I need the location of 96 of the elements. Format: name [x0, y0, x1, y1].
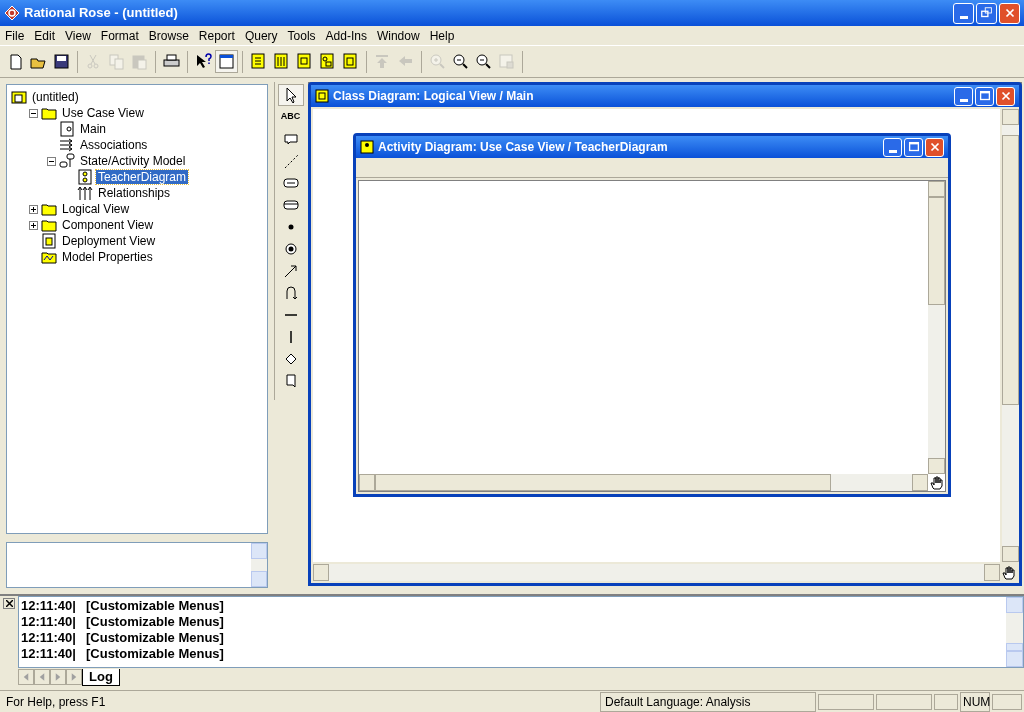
arrows-icon	[77, 185, 93, 201]
log-time: 12:11:40|	[21, 597, 76, 616]
print-icon[interactable]	[163, 53, 180, 70]
tree-item[interactable]: Logical View	[60, 202, 132, 216]
tree-item[interactable]: Model Properties	[60, 250, 155, 264]
tree-item[interactable]: TeacherDiagram	[96, 170, 189, 184]
log-message: [Customizable Menus]	[85, 629, 224, 648]
class-diagram-icon[interactable]	[250, 53, 267, 70]
minimize-icon	[888, 149, 897, 153]
activity-diagram-icon	[77, 169, 93, 185]
menu-item[interactable]: Help	[424, 26, 460, 45]
minimize-button[interactable]	[954, 86, 973, 106]
menu-item[interactable]: Edit	[29, 26, 61, 45]
zoom-out-icon[interactable]	[452, 53, 469, 70]
window-title: Rational Rose - (untitled)	[24, 4, 179, 23]
model-icon	[11, 89, 27, 105]
status-panel	[934, 693, 958, 710]
tree-item[interactable]: Component View	[60, 218, 156, 232]
maximize-icon	[977, 89, 992, 103]
collapse-toggle[interactable]	[47, 156, 56, 166]
menu-item[interactable]: File	[0, 26, 30, 45]
tree-item[interactable]: Use Case View	[60, 106, 146, 120]
menu-item[interactable]: Report	[193, 26, 240, 45]
log-time: 12:11:40|	[21, 645, 76, 664]
restore-icon	[979, 6, 994, 20]
tree-item[interactable]: Deployment View	[60, 234, 158, 248]
maximize-icon	[906, 140, 921, 154]
tree-item[interactable]: Main	[78, 122, 108, 136]
status-panel	[818, 693, 874, 710]
interaction-diagram-icon[interactable]	[273, 53, 290, 70]
tree-item[interactable]: Relationships	[96, 186, 173, 200]
minimize-button[interactable]	[883, 137, 902, 157]
tree-item[interactable]: (untitled)	[30, 90, 81, 104]
new-file-icon[interactable]	[7, 53, 24, 70]
status-panel	[876, 693, 932, 710]
log-message: [Customizable Menus]	[85, 613, 224, 632]
minimize-icon	[959, 15, 968, 19]
save-icon[interactable]	[53, 53, 70, 70]
diagram-icon	[59, 121, 75, 137]
log-time: 12:11:40|	[21, 613, 76, 632]
menu-item[interactable]: View	[60, 26, 96, 45]
hand-icon[interactable]	[1000, 564, 1017, 581]
collapse-toggle[interactable]	[29, 108, 38, 118]
state-model-icon	[59, 153, 75, 169]
vertical-scrollbar[interactable]	[251, 543, 267, 587]
window-title: Class Diagram: Logical View / Main	[333, 88, 535, 105]
close-icon	[5, 600, 13, 607]
window-icon[interactable]	[218, 53, 235, 70]
component-diagram-icon[interactable]	[296, 53, 313, 70]
menu-item[interactable]: Tools	[282, 26, 321, 45]
properties-folder-icon	[41, 249, 57, 265]
window-title: Activity Diagram: Use Case View / TeacherDiagram	[378, 139, 669, 156]
status-panel	[992, 693, 1022, 710]
expand-toggle[interactable]	[29, 204, 38, 214]
close-button[interactable]	[3, 598, 15, 609]
arrows-icon	[59, 137, 75, 153]
diagram-icon	[360, 140, 374, 154]
maximize-button[interactable]	[975, 86, 994, 106]
deployment-icon[interactable]	[342, 53, 359, 70]
fit-icon[interactable]	[475, 53, 492, 70]
log-time: 12:11:40|	[21, 629, 76, 648]
log-message: [Customizable Menus]	[85, 645, 224, 664]
maximize-button[interactable]	[904, 137, 923, 157]
expand-toggle[interactable]	[29, 220, 38, 230]
menu-item[interactable]: Browse	[143, 26, 194, 45]
deployment-icon	[41, 233, 57, 249]
minimize-icon	[959, 98, 968, 102]
text-tool-button[interactable]: ABC	[277, 106, 304, 128]
menu-item[interactable]: Format	[95, 26, 144, 45]
state-diagram-icon[interactable]	[319, 53, 336, 70]
status-text: For Help, press F1	[5, 693, 107, 711]
folder-icon	[41, 201, 57, 217]
tree-item[interactable]: Associations	[78, 138, 150, 152]
status-text: NUM	[960, 691, 990, 712]
app-logo-icon	[4, 5, 20, 21]
folder-icon	[41, 105, 57, 121]
vertical-scrollbar[interactable]	[1002, 109, 1019, 562]
hand-icon[interactable]	[928, 474, 945, 491]
restore-button[interactable]	[976, 2, 997, 24]
minimize-button[interactable]	[953, 2, 974, 24]
horizontal-scrollbar[interactable]	[359, 474, 928, 491]
plus-icon	[30, 221, 37, 229]
tree-item[interactable]: State/Activity Model	[78, 154, 188, 168]
menu-item[interactable]: Add-Ins	[320, 26, 372, 45]
vertical-scrollbar[interactable]	[1006, 597, 1023, 667]
help-pointer-icon[interactable]	[195, 53, 212, 70]
log-message: [Customizable Menus]	[85, 597, 224, 616]
menu-item[interactable]: Query	[239, 26, 283, 45]
horizontal-scrollbar[interactable]	[313, 564, 1000, 581]
log-tab[interactable]: Log	[82, 668, 120, 686]
menu-item[interactable]: Window	[371, 26, 425, 45]
vertical-scrollbar[interactable]	[928, 181, 945, 474]
status-text: Default Language: Analysis	[600, 691, 816, 712]
diagram-icon	[315, 89, 329, 103]
folder-icon	[41, 217, 57, 233]
plus-icon	[30, 205, 37, 213]
